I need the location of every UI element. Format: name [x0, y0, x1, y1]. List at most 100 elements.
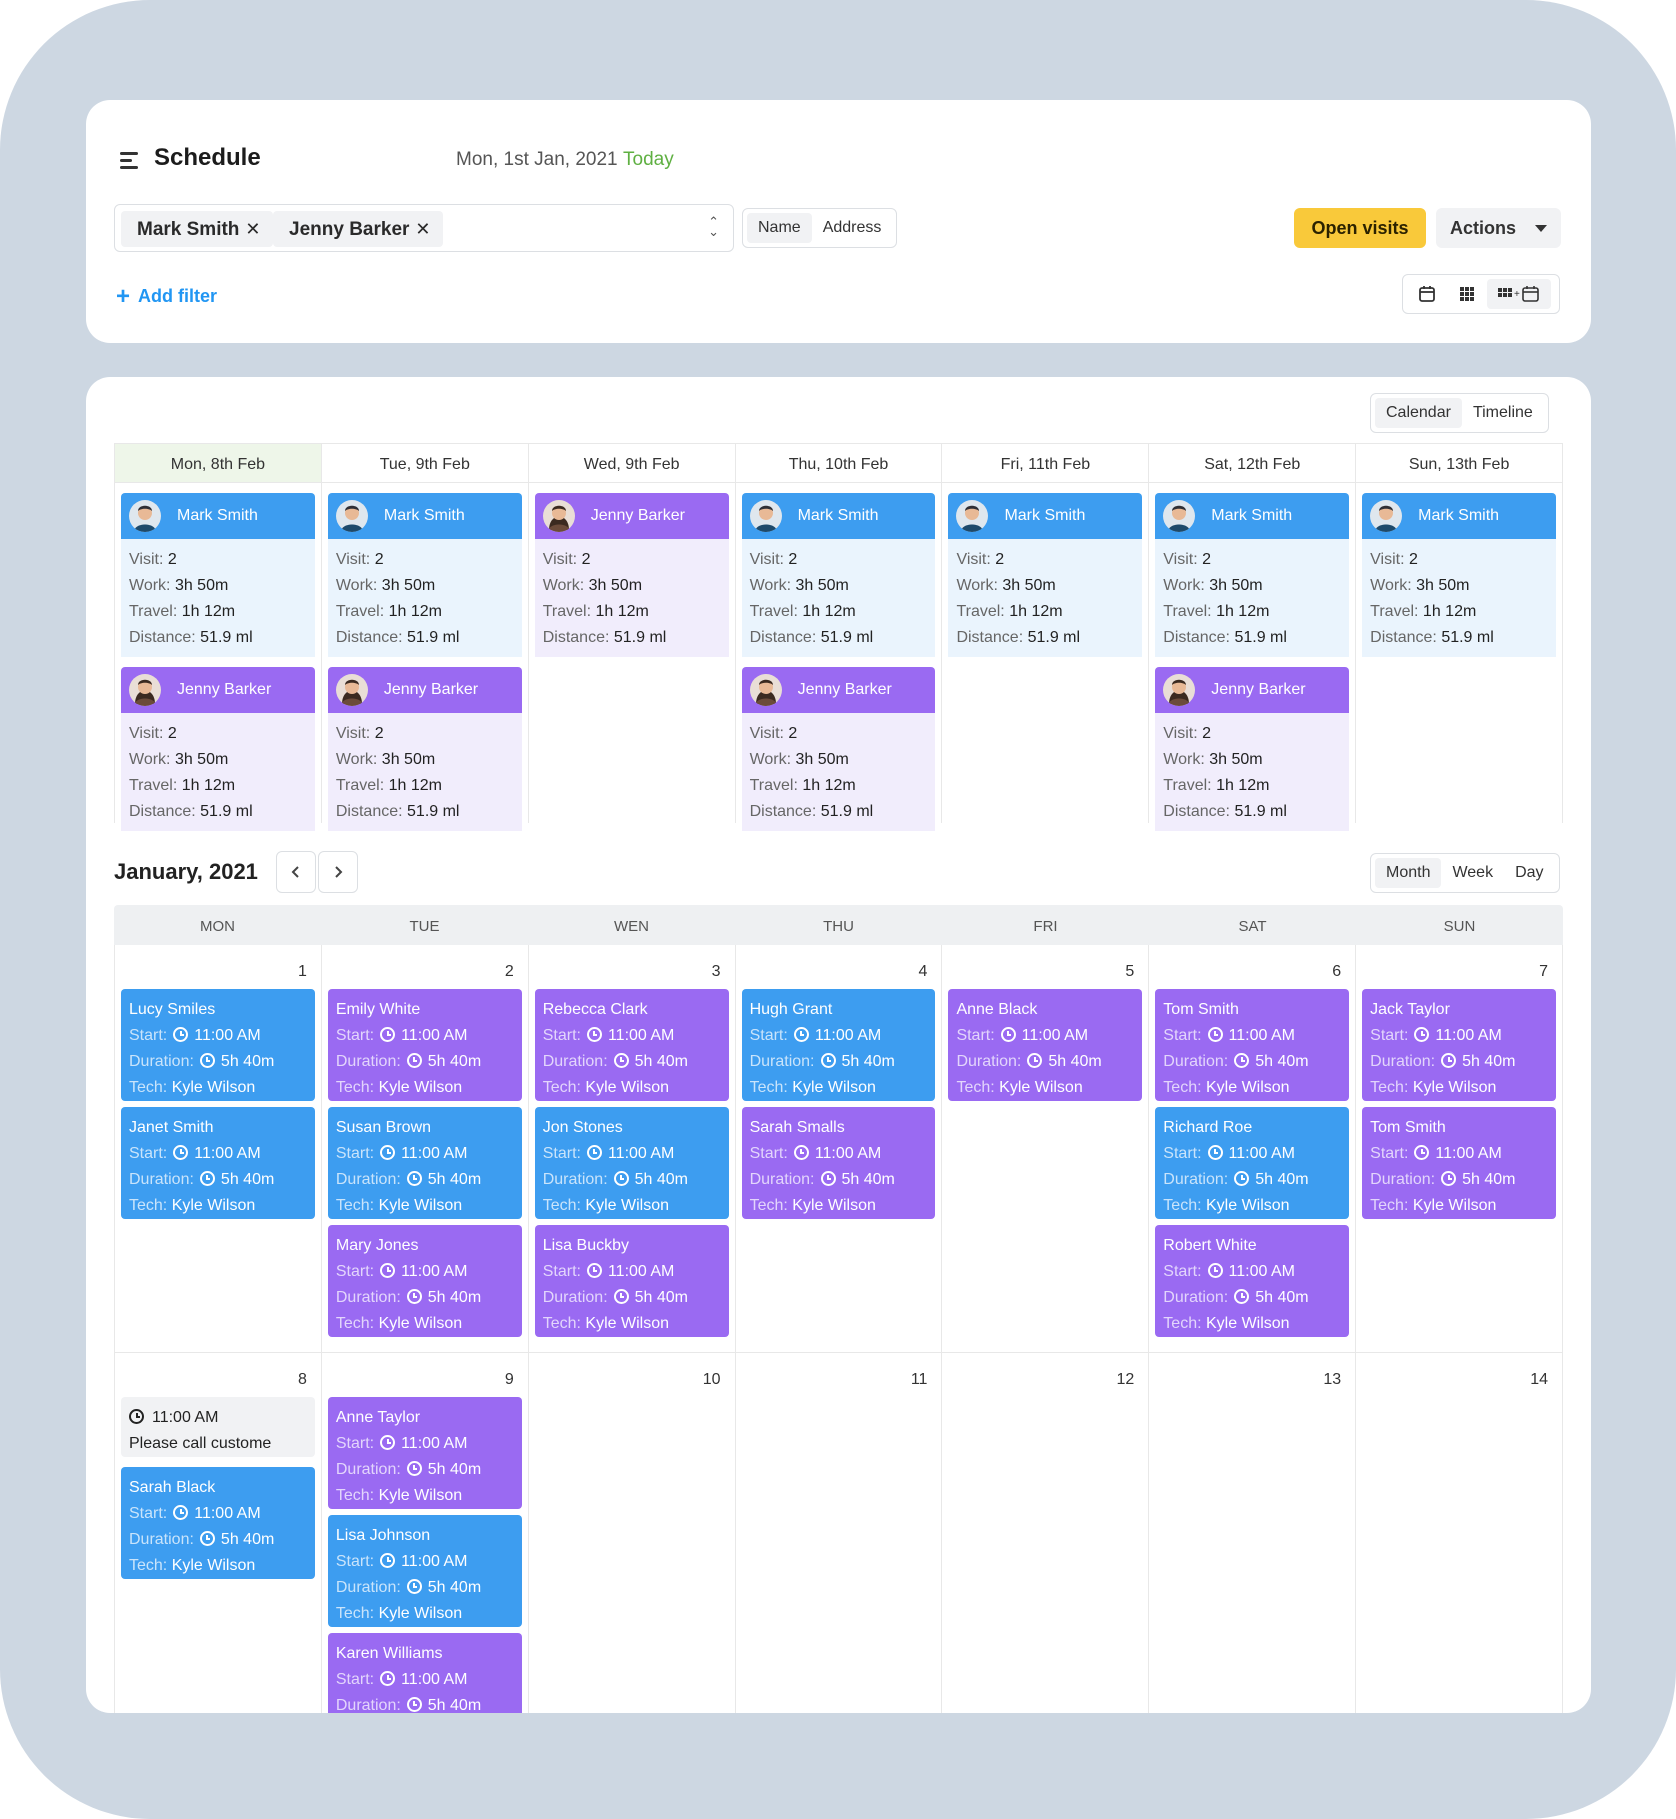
calendar-day-cell[interactable]: 11: [736, 1353, 943, 1713]
visit-event-card[interactable]: Sarah Smalls Start: 11:00 AM Duration: 5h 40…: [741, 1107, 936, 1219]
search-by-address[interactable]: Address: [812, 213, 893, 243]
calendar-day-cell[interactable]: 2 Emily White Start: 11:00 AM Duration: 5h 40…: [322, 945, 529, 1352]
summary-row-work: Work: 3h 50m: [336, 573, 514, 599]
tab-month[interactable]: Month: [1375, 858, 1442, 888]
visit-event-card[interactable]: Lucy Smiles Start: 11:00 AM Duration: 5h 40m…: [121, 989, 315, 1101]
today-link[interactable]: Today: [623, 149, 674, 171]
summary-day-header[interactable]: Sun, 13th Feb: [1356, 443, 1563, 483]
tab-calendar[interactable]: Calendar: [1375, 398, 1462, 428]
calendar-day-cell[interactable]: 8 11:00 AM Please call custome Sarah Black S…: [115, 1353, 322, 1713]
calendar-day-cell[interactable]: 3 Rebecca Clark Start: 11:00 AM Duration: 5h …: [529, 945, 736, 1352]
clock-icon: [1441, 1053, 1457, 1068]
visit-event-card[interactable]: Tom Smith Start: 11:00 AM Duration: 5h 40m Te…: [1155, 989, 1350, 1101]
event-tech-value: Kyle Wilson: [792, 1079, 876, 1096]
calendar-day-cell[interactable]: 7 Jack Taylor Start: 11:00 AM Duration: 5h 40…: [1356, 945, 1564, 1352]
summary-day-header[interactable]: Fri, 11th Feb: [942, 443, 1149, 483]
search-by-name[interactable]: Name: [747, 213, 812, 243]
visit-event-card[interactable]: Sarah Black Start: 11:00 AM Duration: 5h 40m…: [121, 1467, 315, 1579]
calendar-day-cell[interactable]: 13: [1149, 1353, 1357, 1713]
summary-day-header[interactable]: Thu, 10th Feb: [735, 443, 942, 483]
tech-summary-card[interactable]: Mark Smith Visit: 2 Work: 3h 50m Travel: 1h…: [741, 493, 936, 657]
summary-value: 3h 50m: [381, 577, 436, 594]
tech-summary-header[interactable]: Jenny Barker: [121, 667, 315, 713]
summary-day-header[interactable]: Wed, 9th Feb: [528, 443, 735, 483]
visit-event-card[interactable]: Jon Stones Start: 11:00 AM Duration: 5h 40m T…: [534, 1107, 729, 1219]
next-month-button[interactable]: [318, 851, 358, 893]
visit-event-card[interactable]: Mary Jones Start: 11:00 AM Duration: 5h 40m T…: [327, 1225, 522, 1337]
select-updown-icon[interactable]: ⌃ ⌄: [708, 215, 719, 238]
event-duration-value: 5h 40m: [1255, 1171, 1309, 1188]
technician-multiselect[interactable]: Mark Smith ✕ Jenny Barker ✕ ⌃ ⌄: [114, 204, 734, 252]
visit-event-card[interactable]: Karen Williams Start: 11:00 AM Duration: 5h …: [327, 1633, 522, 1713]
grid-calendar-view-icon[interactable]: +: [1487, 279, 1551, 309]
summary-day-header[interactable]: Sat, 12th Feb: [1149, 443, 1356, 483]
visit-event-card[interactable]: Anne Taylor Start: 11:00 AM Duration: 5h 40m…: [327, 1397, 522, 1509]
tech-summary-card[interactable]: Mark Smith Visit: 2 Work: 3h 50m Travel: 1h…: [121, 493, 315, 657]
actions-dropdown[interactable]: Actions: [1436, 208, 1561, 248]
calendar-day-cell[interactable]: 10: [529, 1353, 736, 1713]
event-duration-value: 5h 40m: [634, 1289, 689, 1306]
tech-summary-card[interactable]: Jenny Barker Visit: 2 Work: 3h 50m Travel: …: [327, 667, 522, 831]
chevron-left-icon: [291, 866, 299, 878]
visit-event-card[interactable]: Jack Taylor Start: 11:00 AM Duration: 5h 40m…: [1362, 989, 1557, 1101]
menu-icon[interactable]: [120, 152, 142, 170]
tech-summary-header[interactable]: Mark Smith: [1362, 493, 1557, 539]
visit-event-card[interactable]: Emily White Start: 11:00 AM Duration: 5h 40m…: [327, 989, 522, 1101]
tech-summary-header[interactable]: Jenny Barker: [534, 493, 729, 539]
tech-summary-card[interactable]: Mark Smith Visit: 2 Work: 3h 50m Travel: 1h…: [327, 493, 522, 657]
grid-view-icon[interactable]: [1447, 279, 1487, 309]
day-note[interactable]: 11:00 AM Please call custome: [121, 1397, 315, 1457]
tab-day[interactable]: Day: [1504, 858, 1554, 888]
calendar-view-icon[interactable]: [1407, 279, 1447, 309]
tab-timeline[interactable]: Timeline: [1462, 398, 1544, 428]
visit-event-card[interactable]: Robert White Start: 11:00 AM Duration: 5h 40…: [1155, 1225, 1350, 1337]
remove-tag-icon[interactable]: ✕: [415, 219, 430, 240]
tech-summary-header[interactable]: Jenny Barker: [327, 667, 522, 713]
tech-summary-header[interactable]: Mark Smith: [121, 493, 315, 539]
tech-summary-card[interactable]: Mark Smith Visit: 2 Work: 3h 50m Travel: 1h…: [948, 493, 1143, 657]
summary-day-header[interactable]: Mon, 8th Feb: [115, 443, 321, 483]
calendar-day-cell[interactable]: 5 Anne Black Start: 11:00 AM Duration: 5h 40m…: [942, 945, 1150, 1352]
tech-summary-card[interactable]: Jenny Barker Visit: 2 Work: 3h 50m Travel: …: [1155, 667, 1350, 831]
summary-day-header[interactable]: Tue, 9th Feb: [321, 443, 528, 483]
open-visits-button[interactable]: Open visits: [1294, 208, 1426, 248]
event-start-label: Start:: [335, 1435, 375, 1452]
tech-summary-card[interactable]: Jenny Barker Visit: 2 Work: 3h 50m Travel: …: [741, 667, 936, 831]
calendar-day-cell[interactable]: 1 Lucy Smiles Start: 11:00 AM Duration: 5h 40…: [115, 945, 322, 1352]
visit-event-card[interactable]: Lisa Buckby Start: 11:00 AM Duration: 5h 40m…: [534, 1225, 729, 1337]
visit-event-card[interactable]: Lisa Johnson Start: 11:00 AM Duration: 5h 40…: [327, 1515, 522, 1627]
week-summary-grid: Mon, 8th Feb Mark Smith Visit: 2 Work: 3h 5…: [114, 443, 1564, 831]
event-start-row: Start: 11:00 AM: [336, 1023, 514, 1049]
calendar-day-cell[interactable]: 9 Anne Taylor Start: 11:00 AM Duration: 5h 40…: [322, 1353, 529, 1713]
calendar-day-cell[interactable]: 6 Tom Smith Start: 11:00 AM Duration: 5h 40m T…: [1149, 945, 1357, 1352]
event-start-value: 11:00 AM: [401, 1435, 468, 1452]
tech-summary-header[interactable]: Mark Smith: [1155, 493, 1350, 539]
calendar-day-cell[interactable]: 4 Hugh Grant Start: 11:00 AM Duration: 5h 40m…: [736, 945, 943, 1352]
visit-event-card[interactable]: Anne Black Start: 11:00 AM Duration: 5h 40m T…: [948, 989, 1143, 1101]
tech-summary-card[interactable]: Jenny Barker Visit: 2 Work: 3h 50m Travel: …: [121, 667, 315, 831]
visit-event-card[interactable]: Rebecca Clark Start: 11:00 AM Duration: 5h 4…: [534, 989, 729, 1101]
tech-summary-card[interactable]: Jenny Barker Visit: 2 Work: 3h 50m Travel: …: [534, 493, 729, 657]
tech-summary-header[interactable]: Jenny Barker: [741, 667, 936, 713]
tech-summary-header[interactable]: Mark Smith: [741, 493, 936, 539]
calendar-day-cell[interactable]: 14: [1356, 1353, 1564, 1713]
visit-event-card[interactable]: Tom Smith Start: 11:00 AM Duration: 5h 40m Te…: [1362, 1107, 1557, 1219]
event-tech-label: Tech:: [1163, 1315, 1202, 1332]
event-duration-value: 5h 40m: [634, 1053, 689, 1070]
add-filter-button[interactable]: + Add filter: [116, 283, 217, 311]
remove-tag-icon[interactable]: ✕: [245, 219, 260, 240]
tech-summary-header[interactable]: Mark Smith: [327, 493, 522, 539]
visit-event-card[interactable]: Janet Smith Start: 11:00 AM Duration: 5h 40m…: [121, 1107, 315, 1219]
tab-week[interactable]: Week: [1441, 858, 1504, 888]
tech-summary-header[interactable]: Jenny Barker: [1155, 667, 1350, 713]
tech-summary-card[interactable]: Mark Smith Visit: 2 Work: 3h 50m Travel: 1h…: [1155, 493, 1350, 657]
calendar-day-cell[interactable]: 12: [942, 1353, 1150, 1713]
tech-summary-card[interactable]: Mark Smith Visit: 2 Work: 3h 50m Travel: 1h…: [1362, 493, 1557, 657]
visit-event-card[interactable]: Hugh Grant Start: 11:00 AM Duration: 5h 40m T…: [741, 989, 936, 1101]
tech-summary-header[interactable]: Mark Smith: [948, 493, 1143, 539]
event-duration-value: 5h 40m: [220, 1531, 275, 1548]
visit-event-card[interactable]: Richard Roe Start: 11:00 AM Duration: 5h 40m…: [1155, 1107, 1350, 1219]
event-tech-value: Kyle Wilson: [1412, 1079, 1497, 1096]
prev-month-button[interactable]: [276, 851, 316, 893]
visit-event-card[interactable]: Susan Brown Start: 11:00 AM Duration: 5h 40m…: [327, 1107, 522, 1219]
